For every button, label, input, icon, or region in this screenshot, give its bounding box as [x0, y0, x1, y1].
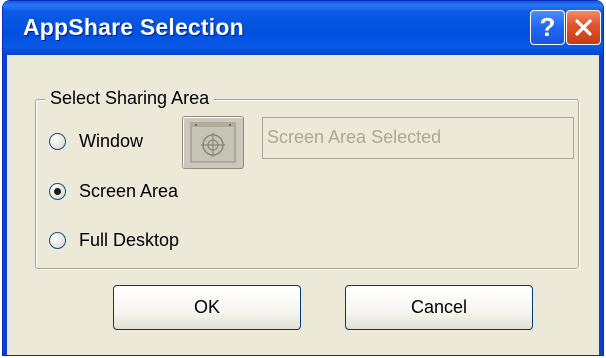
area-selected-field[interactable]: Screen Area Selected [262, 117, 574, 159]
title-bar[interactable]: AppShare Selection ? [3, 1, 603, 55]
radio-screen-area[interactable]: Screen Area [49, 179, 178, 203]
radio-button-full-desktop[interactable] [49, 231, 66, 249]
radio-label-window[interactable]: Window [79, 131, 143, 152]
radio-window[interactable]: Window [49, 129, 143, 153]
help-icon: ? [539, 12, 556, 42]
window-title: AppShare Selection [23, 14, 244, 40]
window-frame-left [3, 55, 7, 355]
groupbox-label: Select Sharing Area [45, 88, 215, 109]
radio-label-full-desktop[interactable]: Full Desktop [79, 230, 179, 251]
ok-button[interactable]: OK [113, 285, 301, 330]
close-icon [575, 19, 592, 36]
radio-full-desktop[interactable]: Full Desktop [49, 228, 179, 252]
radio-button-window[interactable] [49, 132, 66, 150]
cancel-button[interactable]: Cancel [345, 285, 533, 330]
window-frame-right [599, 55, 603, 355]
help-button[interactable]: ? [530, 10, 565, 45]
appshare-selection-dialog: AppShare Selection ? Select Sharing Area… [2, 0, 604, 356]
window-picker-button[interactable] [182, 116, 244, 169]
radio-button-screen-area[interactable] [49, 182, 66, 200]
crosshair-target-icon [190, 122, 236, 163]
close-button[interactable] [566, 10, 601, 45]
radio-label-screen-area[interactable]: Screen Area [79, 181, 178, 202]
